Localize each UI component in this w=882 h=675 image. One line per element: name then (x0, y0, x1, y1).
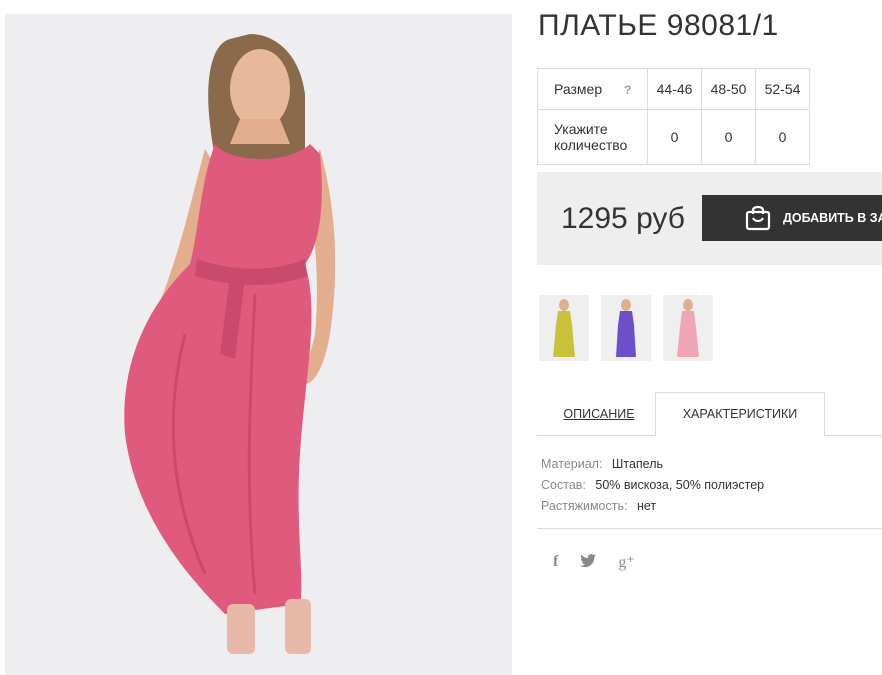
char-key: Материал: (541, 457, 603, 471)
add-to-cart-label: ДОБАВИТЬ В ЗАКАЗ (783, 211, 882, 225)
tab-description[interactable]: ОПИСАНИЕ (540, 392, 658, 436)
char-row-stretch: Растяжимость: нет (541, 496, 764, 517)
shopping-bag-icon (745, 203, 771, 234)
google-plus-icon[interactable]: g⁺ (618, 552, 634, 572)
price: 1295 руб (561, 202, 685, 235)
char-row-material: Материал: Штапель (541, 454, 764, 475)
thumb-purple[interactable] (601, 295, 651, 361)
size-52-54: 52-54 (755, 68, 810, 110)
size-label-cell: Размер ? (537, 68, 648, 110)
thumbnail-strip (539, 295, 725, 361)
quantity-input-48-50[interactable]: 0 (701, 109, 756, 165)
char-value: 50% вискоза, 50% полиэстер (595, 478, 765, 492)
thumb-pink[interactable] (663, 295, 713, 361)
size-44-46: 44-46 (647, 68, 702, 110)
quantity-input-52-54[interactable]: 0 (755, 109, 810, 165)
char-key: Состав: (541, 478, 586, 492)
quantity-row: Укажите количество 0 0 0 (537, 109, 810, 165)
char-key: Растяжимость: (541, 499, 628, 513)
char-row-composition: Состав: 50% вискоза, 50% полиэстер (541, 475, 764, 496)
size-48-50: 48-50 (701, 68, 756, 110)
quantity-input-44-46[interactable]: 0 (647, 109, 702, 165)
characteristics-list: Материал: Штапель Состав: 50% вискоза, 5… (541, 454, 764, 517)
add-to-cart-button[interactable]: ДОБАВИТЬ В ЗАКАЗ (702, 195, 882, 241)
facebook-icon[interactable]: f (553, 553, 558, 571)
size-row: Размер ? 44-46 48-50 52-54 (537, 68, 810, 110)
thumb-yellow[interactable] (539, 295, 589, 361)
price-band: 1295 руб ДОБАВИТЬ В ЗАКАЗ (537, 172, 882, 265)
size-table: Размер ? 44-46 48-50 52-54 Укажите колич… (537, 68, 810, 165)
quantity-label: Укажите количество (537, 109, 648, 165)
divider (537, 528, 882, 529)
size-label: Размер (554, 81, 603, 97)
twitter-icon[interactable] (580, 554, 597, 570)
help-icon[interactable]: ? (624, 83, 631, 97)
product-photo[interactable] (5, 14, 512, 675)
social-share: f g⁺ (553, 552, 657, 572)
tab-characteristics[interactable]: ХАРАКТЕРИСТИКИ (655, 392, 825, 436)
char-value: нет (636, 499, 657, 513)
product-title: ПЛАТЬЕ 98081/1 (538, 9, 779, 42)
char-value: Штапель (611, 457, 664, 471)
